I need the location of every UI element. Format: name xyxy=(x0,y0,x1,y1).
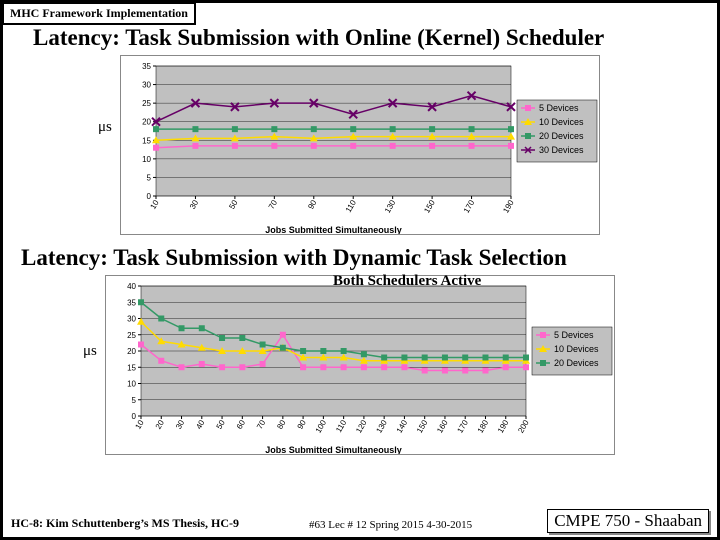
svg-text:25: 25 xyxy=(142,99,151,108)
svg-text:140: 140 xyxy=(395,418,410,435)
svg-text:10 Devices: 10 Devices xyxy=(539,117,584,127)
svg-text:5 Devices: 5 Devices xyxy=(554,330,594,340)
framework-tag: MHC Framework Implementation xyxy=(2,2,196,25)
svg-text:Jobs Submitted Simultaneously: Jobs Submitted Simultaneously xyxy=(265,225,402,235)
svg-text:190: 190 xyxy=(496,418,511,435)
svg-text:15: 15 xyxy=(142,136,151,145)
svg-text:5: 5 xyxy=(147,173,152,182)
svg-text:20: 20 xyxy=(142,118,151,127)
svg-text:170: 170 xyxy=(462,198,477,215)
svg-text:30 Devices: 30 Devices xyxy=(539,145,584,155)
svg-text:70: 70 xyxy=(255,418,268,431)
svg-text:40: 40 xyxy=(127,282,136,291)
svg-text:0: 0 xyxy=(147,192,152,201)
chart-1: 051015202530351030507090110130150170190J… xyxy=(120,55,600,235)
y-unit-2: μs xyxy=(83,343,97,360)
svg-text:70: 70 xyxy=(267,198,280,211)
svg-text:150: 150 xyxy=(415,418,430,435)
footer: HC-8: Kim Schuttenberg’s MS Thesis, HC-9… xyxy=(9,511,711,533)
svg-text:20: 20 xyxy=(127,347,136,356)
svg-text:110: 110 xyxy=(334,418,348,434)
footer-left: HC-8: Kim Schuttenberg’s MS Thesis, HC-9 xyxy=(11,516,239,531)
svg-text:20 Devices: 20 Devices xyxy=(539,131,584,141)
y-unit-1: μs xyxy=(98,119,112,136)
footer-right: CMPE 750 - Shaaban xyxy=(547,509,709,533)
svg-text:10 Devices: 10 Devices xyxy=(554,344,599,354)
svg-text:100: 100 xyxy=(314,418,329,435)
heading-2: Latency: Task Submission with Dynamic Ta… xyxy=(21,245,717,271)
svg-text:5: 5 xyxy=(132,396,137,405)
svg-text:90: 90 xyxy=(306,198,319,211)
svg-text:35: 35 xyxy=(127,298,136,307)
svg-text:90: 90 xyxy=(296,418,309,431)
svg-text:10: 10 xyxy=(142,155,151,164)
svg-text:30: 30 xyxy=(127,315,136,324)
chart-2-wrap: Both Schedulers Active μs 0 5 10 15 20 25 30 35… xyxy=(3,275,717,455)
svg-text:15: 15 xyxy=(127,363,136,372)
svg-text:30: 30 xyxy=(142,81,151,90)
svg-text:50: 50 xyxy=(215,418,228,431)
svg-text:190: 190 xyxy=(501,198,516,215)
svg-text:180: 180 xyxy=(476,418,491,435)
svg-text:120: 120 xyxy=(354,418,369,435)
footer-center: #63 Lec # 12 Spring 2015 4-30-2015 xyxy=(309,519,472,531)
svg-text:60: 60 xyxy=(235,418,248,431)
svg-text:20: 20 xyxy=(154,418,167,431)
svg-text:35: 35 xyxy=(142,62,151,71)
svg-text:200: 200 xyxy=(516,418,531,435)
svg-text:160: 160 xyxy=(435,418,450,435)
svg-text:80: 80 xyxy=(275,418,288,431)
svg-text:Jobs Submitted Simultaneously: Jobs Submitted Simultaneously xyxy=(265,445,402,455)
both-schedulers-label: Both Schedulers Active xyxy=(333,273,481,290)
svg-text:10: 10 xyxy=(127,380,136,389)
chart-2: 0510152025303540102030405060708090100110… xyxy=(105,275,615,455)
svg-text:25: 25 xyxy=(127,331,136,340)
svg-text:20 Devices: 20 Devices xyxy=(554,358,599,368)
svg-text:30: 30 xyxy=(174,418,187,431)
svg-text:40: 40 xyxy=(194,418,207,431)
svg-text:5 Devices: 5 Devices xyxy=(539,103,579,113)
svg-text:150: 150 xyxy=(422,198,437,215)
svg-text:30: 30 xyxy=(188,198,201,211)
svg-text:50: 50 xyxy=(227,198,240,211)
svg-text:170: 170 xyxy=(455,418,470,435)
heading-1: Latency: Task Submission with Online (Ke… xyxy=(33,25,717,51)
svg-text:130: 130 xyxy=(383,198,398,215)
chart-1-wrap: μs 0510152025303510305070901101301501701… xyxy=(3,55,717,235)
svg-text:110: 110 xyxy=(344,198,358,214)
svg-text:0: 0 xyxy=(132,412,137,421)
svg-text:130: 130 xyxy=(374,418,389,435)
